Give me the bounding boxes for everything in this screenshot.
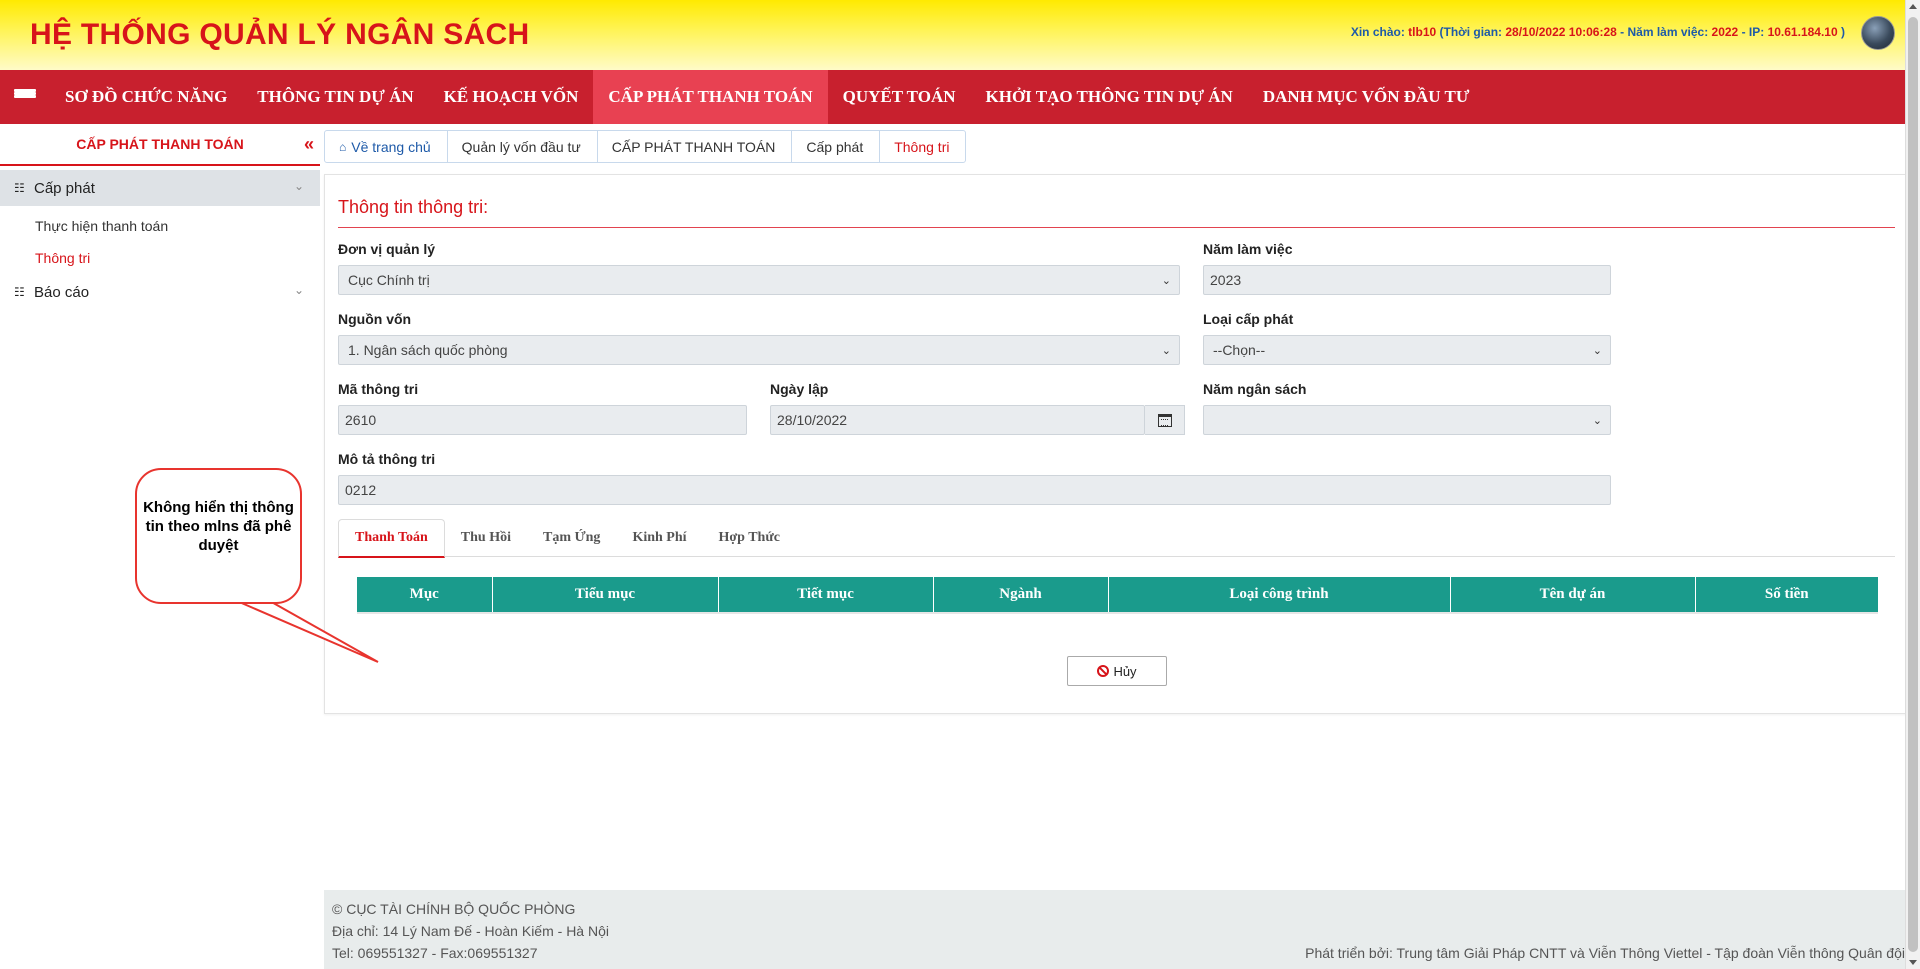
nam-lam-viec-value: 2023	[1210, 272, 1242, 288]
nav-item-ke-hoach-von[interactable]: KẾ HOẠCH VỐN	[429, 70, 594, 124]
breadcrumb-cap-phat[interactable]: Cấp phát	[792, 131, 881, 162]
column-header-tiet-muc[interactable]: Tiết mục	[717, 577, 933, 614]
nam-ngan-sach-select[interactable]: ⌄	[1203, 405, 1611, 435]
payment-table: Mục Tiểu mục Tiết mục Ngành Loại công tr…	[357, 577, 1878, 614]
don-vi-quan-ly-select[interactable]: Cục Chính trị ⌄	[338, 265, 1180, 295]
tab-tam-ung[interactable]: Tạm Ứng	[527, 519, 616, 556]
avatar[interactable]	[1861, 16, 1895, 50]
page-footer: © CỤC TÀI CHÍNH BỘ QUỐC PHÒNG Địa chỉ: 1…	[324, 890, 1909, 969]
ban-icon	[1097, 665, 1110, 677]
nguon-von-select[interactable]: 1. Ngân sách quốc phòng ⌄	[338, 335, 1180, 365]
tab-kinh-phi[interactable]: Kinh Phí	[616, 519, 702, 556]
ngay-lap-label: Ngày lập	[770, 381, 829, 397]
column-header-tieu-muc[interactable]: Tiểu mục	[491, 577, 718, 614]
tab-hop-thuc[interactable]: Hợp Thức	[703, 519, 796, 556]
loai-cap-phat-label: Loại cấp phát	[1203, 311, 1294, 327]
column-header-nganh[interactable]: Ngành	[932, 577, 1108, 614]
info-close: )	[1837, 25, 1845, 39]
nav-item-khoi-tao-thong-tin-du-an[interactable]: KHỞI TẠO THÔNG TIN DỰ ÁN	[971, 70, 1248, 124]
user-name[interactable]: tlb10	[1408, 25, 1436, 39]
chevron-down-icon: ⌄	[1161, 275, 1171, 287]
title-divider	[338, 227, 1895, 228]
footer-address: Địa chỉ: 14 Lý Nam Đế - Hoàn Kiếm - Hà N…	[332, 923, 609, 939]
calendar-icon	[1157, 413, 1172, 427]
ngay-lap-value: 28/10/2022	[777, 412, 848, 428]
date-picker-button[interactable]	[1145, 405, 1185, 435]
column-header-so-tien[interactable]: Số tiền	[1694, 577, 1878, 614]
time-label: (Thời gian:	[1436, 25, 1506, 39]
year-label: - Năm làm việc:	[1616, 25, 1712, 39]
chevron-down-icon: ⌄	[1592, 415, 1602, 427]
footer-contact: Tel: 069551327 - Fax:069551327	[332, 945, 538, 961]
scroll-thumb[interactable]	[1908, 17, 1918, 952]
table-header-row: Mục Tiểu mục Tiết mục Ngành Loại công tr…	[357, 577, 1878, 614]
ip-label: - IP:	[1738, 25, 1768, 39]
working-year: 2022	[1711, 25, 1739, 39]
nam-lam-viec-label: Năm làm việc	[1203, 241, 1293, 257]
callout-text: Không hiển thị thông tin theo mlns đã ph…	[143, 499, 294, 554]
nav-item-cap-phat-thanh-toan[interactable]: CẤP PHÁT THANH TOÁN	[593, 70, 828, 124]
breadcrumb: ⌂ Về trang chủ Quản lý vốn đầu tư CẤP PH…	[324, 130, 967, 163]
loai-cap-phat-select[interactable]: --Chọn-- ⌄	[1203, 335, 1611, 365]
payment-tabs: Thanh Toán Thu Hồi Tạm Ứng Kinh Phí Hợp …	[338, 519, 1895, 558]
annotation-callout: Không hiển thị thông tin theo mlns đã ph…	[135, 468, 302, 604]
session-time: 28/10/2022 10:06:28	[1505, 25, 1617, 39]
ip-address: 10.61.184.10	[1767, 25, 1838, 39]
mo-ta-field[interactable]: 0212	[338, 475, 1611, 505]
greeting-label: Xin chào:	[1350, 25, 1409, 39]
column-header-ten-du-an[interactable]: Tên dự án	[1449, 577, 1695, 614]
scroll-up-arrow[interactable]	[1909, 4, 1917, 9]
chevron-down-icon: ⌄	[1161, 345, 1171, 357]
breadcrumb-quan-ly-von-dau-tu[interactable]: Quản lý vốn đầu tư	[448, 131, 598, 162]
footer-credit: Phát triển bởi: Trung tâm Giải Pháp CNTT…	[1305, 945, 1905, 961]
form-panel: Thông tin thông tri: Đơn vị quản lý Cục …	[324, 174, 1909, 714]
nav-item-danh-muc-von-dau-tu[interactable]: DANH MỤC VỐN ĐẦU TƯ	[1248, 70, 1485, 124]
scroll-down-arrow[interactable]	[1909, 960, 1917, 965]
nav-item-quyet-toan[interactable]: QUYẾT TOÁN	[828, 70, 971, 124]
cancel-button[interactable]: Hủy	[1067, 656, 1167, 686]
column-header-loai-cong-trinh[interactable]: Loại công trình	[1107, 577, 1450, 614]
loai-cap-phat-value: --Chọn--	[1213, 342, 1266, 358]
nam-ngan-sach-label: Năm ngân sách	[1203, 381, 1307, 397]
breadcrumb-thong-tri: Thông tri	[894, 138, 950, 155]
tab-thu-hoi[interactable]: Thu Hồi	[445, 519, 527, 556]
session-info: Xin chào: tlb10 (Thời gian: 28/10/2022 1…	[1351, 25, 1845, 39]
nam-lam-viec-field[interactable]: 2023	[1203, 265, 1611, 295]
cancel-label: Hủy	[1113, 663, 1137, 679]
breadcrumb-cap-phat-thanh-toan[interactable]: CẤP PHÁT THANH TOÁN	[598, 131, 793, 162]
chevron-down-icon: ⌄	[1592, 345, 1602, 357]
page-scrollbar[interactable]	[1905, 0, 1920, 969]
footer-copyright: © CỤC TÀI CHÍNH BỘ QUỐC PHÒNG	[332, 901, 576, 917]
ngay-lap-field[interactable]: 28/10/2022	[770, 405, 1145, 435]
